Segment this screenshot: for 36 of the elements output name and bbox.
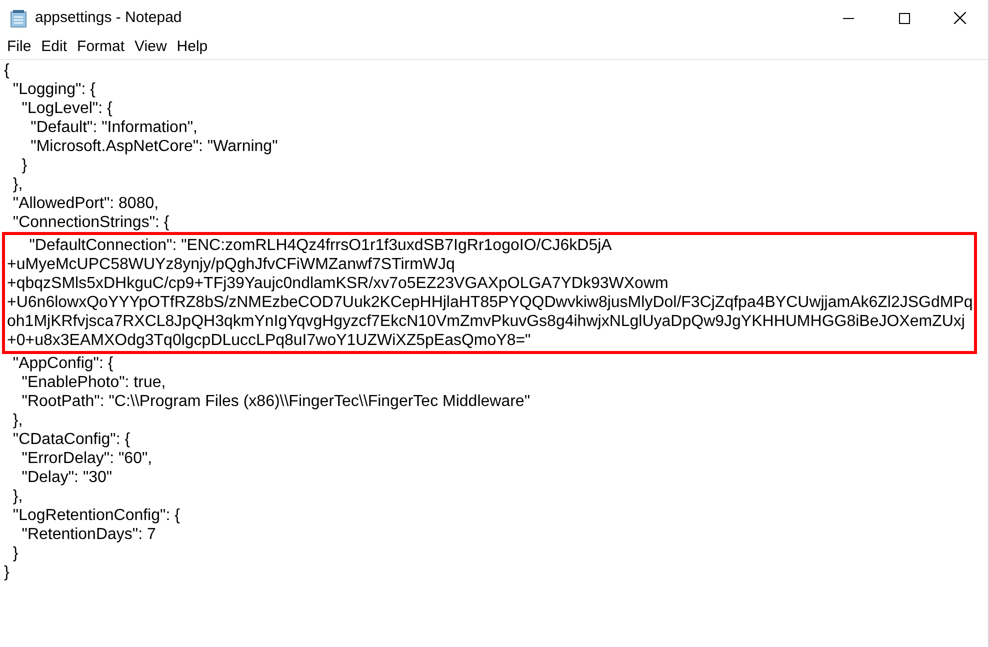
code-line: "LogLevel": { [20, 99, 112, 118]
code-line: "Microsoft.AspNetCore": "Warning" [30, 137, 278, 156]
code-line: "RetentionDays": 7 [20, 525, 156, 544]
notepad-icon [10, 8, 27, 28]
code-line: }, [12, 487, 23, 506]
code-line: +U6n6lowxQoYYYpOTfRZ8bS/zNMEzbeCOD7Uuk2KCepHHjlaHT85PYQQDwvkiw8jusMlyDol/F3CjZqfpa4BYCUwjjamAk6Zl2JSGdMPq [7, 293, 973, 312]
code-line: } [4, 563, 10, 582]
code-line: "CDataConfig": { [12, 430, 130, 449]
code-line: } [12, 544, 18, 563]
maximize-icon [898, 12, 910, 24]
code-line: "DefaultConnection": "ENC:zomRLH4Qz4frrsO1r1f3uxdSB7IgRr1ogoIO/CJ6kD5jA [28, 236, 612, 255]
menu-item[interactable]: Format [72, 36, 130, 59]
code-line: "ErrorDelay": "60", [20, 449, 152, 468]
code-line: }, [12, 411, 23, 430]
code-line: "RootPath": "C:\\Program Files (x86)\\FingerTec\\FingerTec Middleware" [20, 392, 530, 411]
close-icon [954, 12, 966, 24]
code-line: oh1MjKRfvjsca7RXCL8JpQH3qkmYnIgYqvgHgyzcf7EkcN10VmZmvPkuvGs8g4ihwjxNLglUyaDpQw9JgYKHHUMHGG8iBeJOXemZUxj [7, 312, 965, 331]
code-line: "Logging": { [12, 80, 96, 99]
code-line: { [4, 61, 10, 80]
code-line: +0+u8x3EAMXOdg3Tq0lgcpDLuccLPq8uI7woY1UZWiXZ5pEasQmoY8=" [7, 331, 531, 350]
code-line: "Default": "Information", [30, 118, 198, 137]
menu-item[interactable]: Help [172, 36, 213, 59]
menu-item[interactable]: File [2, 36, 36, 59]
menu-item[interactable]: View [130, 36, 172, 59]
code-line: "AppConfig": { [12, 354, 114, 373]
code-line: "EnablePhoto": true, [20, 373, 166, 392]
code-line: "LogRetentionConfig": { [12, 506, 180, 525]
code-line: }, [12, 175, 23, 194]
code-line: "ConnectionStrings": { [12, 213, 170, 232]
menu-item[interactable]: Edit [36, 36, 72, 59]
code-line: +qbqzSMls5xDHkguC/cp9+TFj39Yaujc0ndlamKSR/xv7o5EZ23VGAXpOLGA7YDk93WXowm [7, 274, 668, 293]
window-title: appsettings - Notepad [35, 8, 182, 28]
code-line: } [20, 156, 28, 175]
code-line: "Delay": "30" [20, 468, 112, 487]
code-line: "AllowedPort": 8080, [12, 194, 159, 213]
code-line: +uMyeMcUPC58WUYz8ynjy/pQghJfvCFiWMZanwf7STirmWJq [7, 255, 455, 274]
